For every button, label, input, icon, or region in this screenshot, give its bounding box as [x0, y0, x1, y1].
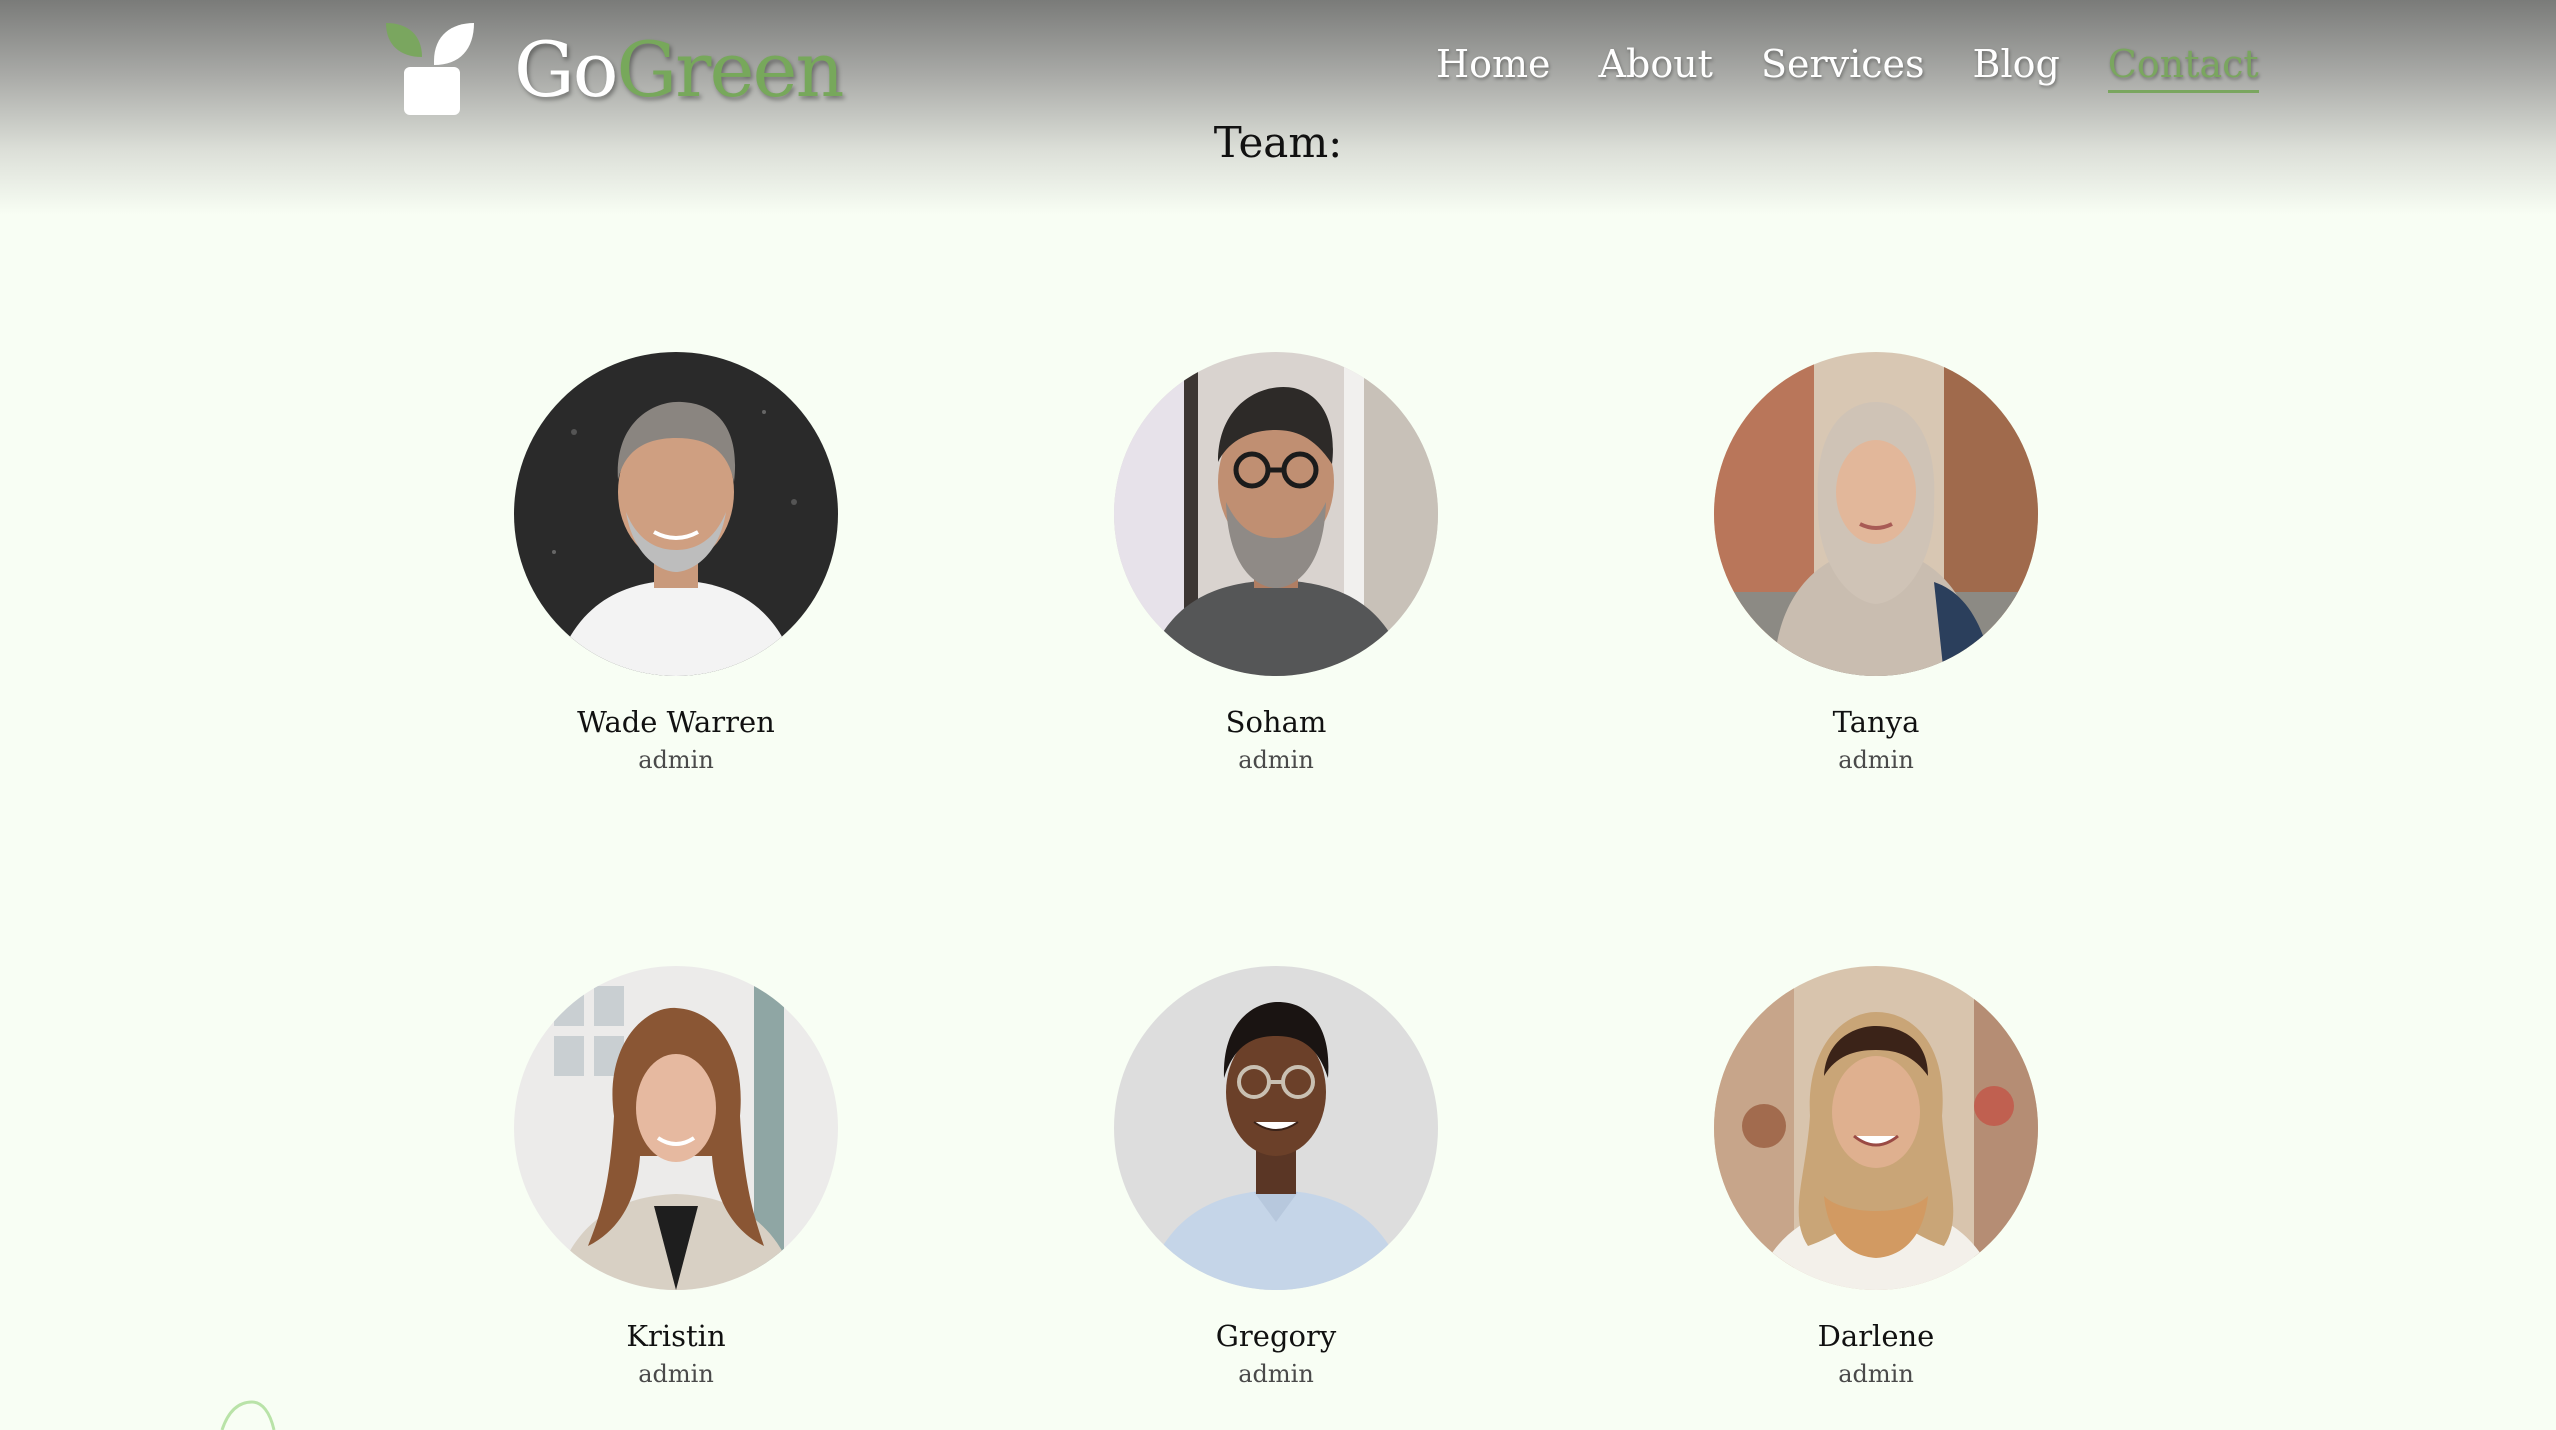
member-name: Soham: [1225, 705, 1327, 739]
plant-pot-logo-icon: [386, 23, 474, 115]
logo[interactable]: GoGreen: [382, 20, 844, 120]
member-role: admin: [1838, 1360, 1914, 1388]
team-member-card: Wade Warren admin: [456, 352, 896, 778]
nav-blog[interactable]: Blog: [1973, 38, 2060, 93]
member-name: Gregory: [1215, 1319, 1337, 1353]
member-name: Wade Warren: [577, 705, 775, 739]
member-name: Darlene: [1817, 1319, 1935, 1353]
team-member-card: Soham admin: [1056, 352, 1496, 778]
member-name: Kristin: [626, 1319, 726, 1353]
member-role: admin: [1238, 746, 1314, 774]
decorative-leaf-icon: [220, 1400, 276, 1430]
avatar: [1114, 966, 1438, 1290]
avatar: [1714, 966, 2038, 1290]
avatar: [1114, 352, 1438, 676]
nav-contact[interactable]: Contact: [2107, 38, 2259, 93]
nav-about[interactable]: About: [1599, 38, 1713, 93]
avatar: [514, 966, 838, 1290]
main-nav: Home About Services Blog Contact: [1436, 38, 2259, 93]
team-member-card: Darlene admin: [1656, 966, 2096, 1392]
nav-services[interactable]: Services: [1761, 38, 1925, 93]
site-header: GoGreen Home About Services Blog Contact…: [0, 0, 2556, 215]
brand-name-go: Go: [514, 25, 618, 114]
avatar: [514, 352, 838, 676]
member-role: admin: [1838, 746, 1914, 774]
member-role: admin: [638, 746, 714, 774]
avatar: [1714, 352, 2038, 676]
brand-name: GoGreen: [514, 32, 844, 108]
member-role: admin: [1238, 1360, 1314, 1388]
team-member-card: Tanya admin: [1656, 352, 2096, 778]
team-member-card: Kristin admin: [456, 966, 896, 1392]
team-member-card: Gregory admin: [1056, 966, 1496, 1392]
team-heading: Team:: [1213, 118, 1343, 167]
member-name: Tanya: [1832, 705, 1920, 739]
nav-home[interactable]: Home: [1436, 38, 1551, 93]
brand-name-green: Green: [616, 25, 844, 114]
member-role: admin: [638, 1360, 714, 1388]
